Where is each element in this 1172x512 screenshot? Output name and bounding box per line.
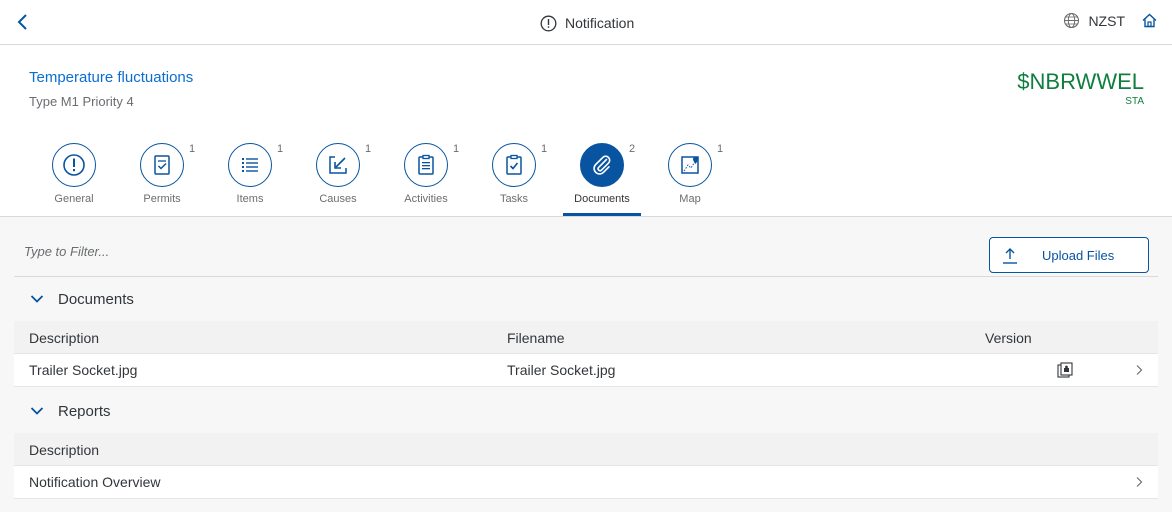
shell-actions: NZST bbox=[1063, 12, 1158, 29]
documents-column-header: Description Filename Version bbox=[14, 321, 1158, 354]
chevron-right-icon bbox=[1136, 365, 1143, 375]
chevron-down-icon bbox=[30, 407, 44, 415]
tab-documents[interactable]: 2 Documents bbox=[558, 143, 646, 217]
tab-label: Documents bbox=[574, 193, 630, 205]
tab-label: Items bbox=[236, 193, 264, 205]
column-description: Description bbox=[29, 330, 100, 346]
tab-count: 1 bbox=[453, 143, 460, 155]
column-version: Version bbox=[985, 330, 1032, 346]
tab-causes[interactable]: 1 Causes bbox=[294, 143, 382, 217]
clipboard-check-icon bbox=[492, 143, 536, 187]
reports-group-header[interactable]: Reports bbox=[14, 389, 1158, 433]
object-number-unit: STA bbox=[1125, 96, 1144, 107]
tab-label: Permits bbox=[143, 193, 181, 205]
tab-permits[interactable]: 1 Permits bbox=[118, 143, 206, 217]
tab-count: 2 bbox=[629, 143, 636, 155]
object-subtitle: Type M1 Priority 4 bbox=[29, 94, 134, 109]
documents-group-title: Documents bbox=[58, 290, 134, 308]
back-icon[interactable] bbox=[12, 11, 34, 33]
row-description: Trailer Socket.jpg bbox=[29, 362, 138, 378]
tab-count: 1 bbox=[189, 143, 196, 155]
tab-activities[interactable]: 1 Activities bbox=[382, 143, 470, 217]
row-description: Notification Overview bbox=[29, 474, 161, 490]
tab-label: General bbox=[54, 193, 94, 205]
tab-label: Causes bbox=[319, 193, 357, 205]
chevron-down-icon bbox=[30, 295, 44, 303]
shell-bar: Notification NZST bbox=[0, 0, 1172, 45]
upload-icon bbox=[1003, 248, 1017, 264]
shell-title-text: Notification bbox=[565, 15, 635, 31]
tab-count: 1 bbox=[717, 143, 724, 155]
clipboard-list-icon bbox=[404, 143, 448, 187]
tab-count: 1 bbox=[277, 143, 284, 155]
home-icon[interactable] bbox=[1141, 12, 1158, 29]
row-filename: Trailer Socket.jpg bbox=[507, 362, 616, 378]
tab-count: 1 bbox=[541, 143, 548, 155]
table-row[interactable]: Trailer Socket.jpg Trailer Socket.jpg bbox=[14, 354, 1158, 387]
alert-circle-icon bbox=[52, 143, 96, 187]
tab-label: Tasks bbox=[499, 193, 529, 205]
object-title[interactable]: Temperature fluctuations bbox=[29, 69, 193, 86]
object-header: Temperature fluctuations Type M1 Priorit… bbox=[0, 45, 1172, 217]
document-version-icon[interactable] bbox=[1057, 362, 1073, 378]
filter-input[interactable]: Type to Filter... bbox=[24, 244, 109, 259]
shell-title: Notification bbox=[540, 12, 634, 34]
table-row[interactable]: Notification Overview bbox=[14, 466, 1158, 499]
causes-icon bbox=[316, 143, 360, 187]
column-description: Description bbox=[29, 442, 100, 458]
globe-icon[interactable] bbox=[1063, 12, 1080, 29]
tab-label: Activities bbox=[404, 193, 448, 205]
upload-files-button[interactable]: Upload Files bbox=[989, 237, 1149, 273]
chevron-right-icon bbox=[1136, 477, 1143, 487]
upload-files-label: Upload Files bbox=[1042, 248, 1115, 263]
icon-tab-bar: General 1 Permits 1 Items 1 Causes 1 Act… bbox=[30, 143, 734, 217]
tab-items[interactable]: 1 Items bbox=[206, 143, 294, 217]
reports-column-header: Description bbox=[14, 433, 1158, 466]
tab-label: Map bbox=[679, 193, 701, 205]
tab-count: 1 bbox=[365, 143, 372, 155]
permit-document-icon bbox=[140, 143, 184, 187]
map-icon bbox=[668, 143, 712, 187]
tab-map[interactable]: 1 Map bbox=[646, 143, 734, 217]
paperclip-icon bbox=[580, 143, 624, 187]
reports-group-title: Reports bbox=[58, 402, 111, 420]
column-filename: Filename bbox=[507, 330, 565, 346]
tab-general[interactable]: General bbox=[30, 143, 118, 217]
object-number: $NBRWWEL bbox=[1017, 69, 1144, 94]
tab-tasks[interactable]: 1 Tasks bbox=[470, 143, 558, 217]
alert-circle-icon bbox=[540, 15, 557, 31]
documents-group-header[interactable]: Documents bbox=[14, 277, 1158, 321]
timezone-label[interactable]: NZST bbox=[1088, 13, 1125, 29]
list-icon bbox=[228, 143, 272, 187]
